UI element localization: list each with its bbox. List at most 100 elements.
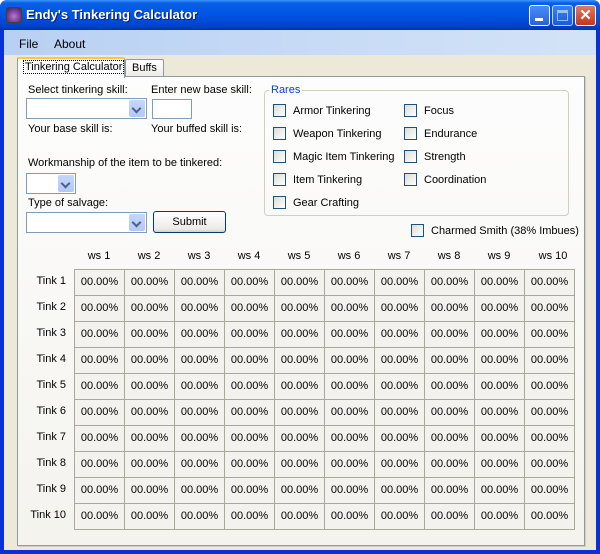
grid-cell[interactable]: 00.00% (175, 478, 225, 504)
tab-tinkering-calculator[interactable]: Tinkering Calculator (17, 57, 125, 78)
grid-cell[interactable]: 00.00% (375, 270, 425, 296)
rare-checkbox-endurance[interactable]: Endurance (404, 127, 477, 140)
chevron-down-icon[interactable] (58, 175, 74, 192)
grid-cell[interactable]: 00.00% (225, 400, 275, 426)
grid-cell[interactable]: 00.00% (525, 504, 575, 530)
rare-checkbox-strength[interactable]: Strength (404, 150, 466, 163)
grid-cell[interactable]: 00.00% (375, 374, 425, 400)
grid-cell[interactable]: 00.00% (75, 452, 125, 478)
grid-cell[interactable]: 00.00% (425, 270, 475, 296)
grid-cell[interactable]: 00.00% (175, 452, 225, 478)
grid-cell[interactable]: 00.00% (475, 504, 525, 530)
submit-button[interactable]: Submit (153, 211, 226, 233)
grid-cell[interactable]: 00.00% (325, 478, 375, 504)
grid-cell[interactable]: 00.00% (275, 452, 325, 478)
grid-cell[interactable]: 00.00% (475, 270, 525, 296)
grid-cell[interactable]: 00.00% (325, 348, 375, 374)
grid-cell[interactable]: 00.00% (175, 348, 225, 374)
grid-cell[interactable]: 00.00% (425, 426, 475, 452)
grid-cell[interactable]: 00.00% (425, 322, 475, 348)
grid-cell[interactable]: 00.00% (475, 478, 525, 504)
grid-cell[interactable]: 00.00% (125, 374, 175, 400)
grid-cell[interactable]: 00.00% (325, 270, 375, 296)
close-button[interactable]: ✕ (575, 5, 596, 26)
grid-cell[interactable]: 00.00% (475, 452, 525, 478)
grid-cell[interactable]: 00.00% (75, 296, 125, 322)
grid-cell[interactable]: 00.00% (75, 270, 125, 296)
grid-cell[interactable]: 00.00% (225, 348, 275, 374)
grid-cell[interactable]: 00.00% (375, 504, 425, 530)
grid-cell[interactable]: 00.00% (225, 322, 275, 348)
grid-cell[interactable]: 00.00% (325, 426, 375, 452)
grid-cell[interactable]: 00.00% (375, 322, 425, 348)
grid-cell[interactable]: 00.00% (125, 504, 175, 530)
grid-cell[interactable]: 00.00% (75, 478, 125, 504)
grid-cell[interactable]: 00.00% (125, 478, 175, 504)
chevron-down-icon[interactable] (129, 100, 145, 117)
grid-cell[interactable]: 00.00% (425, 400, 475, 426)
grid-cell[interactable]: 00.00% (175, 504, 225, 530)
grid-cell[interactable]: 00.00% (525, 270, 575, 296)
grid-cell[interactable]: 00.00% (525, 348, 575, 374)
grid-cell[interactable]: 00.00% (325, 374, 375, 400)
grid-cell[interactable]: 00.00% (125, 426, 175, 452)
grid-cell[interactable]: 00.00% (325, 504, 375, 530)
grid-cell[interactable]: 00.00% (425, 348, 475, 374)
rare-checkbox-weapon-tinkering[interactable]: Weapon Tinkering (273, 127, 381, 140)
rare-checkbox-item-tinkering[interactable]: Item Tinkering (273, 173, 362, 186)
grid-cell[interactable]: 00.00% (275, 348, 325, 374)
maximize-button[interactable] (552, 5, 573, 26)
grid-cell[interactable]: 00.00% (525, 478, 575, 504)
rare-checkbox-focus[interactable]: Focus (404, 104, 454, 117)
checkbox-box[interactable] (404, 104, 417, 117)
grid-cell[interactable]: 00.00% (175, 322, 225, 348)
checkbox-box[interactable] (404, 127, 417, 140)
grid-cell[interactable]: 00.00% (325, 452, 375, 478)
checkbox-box[interactable] (404, 150, 417, 163)
grid-cell[interactable]: 00.00% (475, 374, 525, 400)
rare-checkbox-coordination[interactable]: Coordination (404, 173, 486, 186)
grid-cell[interactable]: 00.00% (175, 296, 225, 322)
grid-cell[interactable]: 00.00% (125, 348, 175, 374)
menu-file[interactable]: File (19, 37, 38, 51)
grid-cell[interactable]: 00.00% (125, 296, 175, 322)
grid-cell[interactable]: 00.00% (325, 400, 375, 426)
grid-cell[interactable]: 00.00% (425, 296, 475, 322)
grid-cell[interactable]: 00.00% (225, 452, 275, 478)
grid-cell[interactable]: 00.00% (375, 296, 425, 322)
tab-buffs[interactable]: Buffs (125, 59, 164, 77)
rare-checkbox-gear-crafting[interactable]: Gear Crafting (273, 196, 359, 209)
grid-cell[interactable]: 00.00% (475, 426, 525, 452)
grid-cell[interactable]: 00.00% (75, 400, 125, 426)
grid-cell[interactable]: 00.00% (225, 504, 275, 530)
grid-cell[interactable]: 00.00% (275, 504, 325, 530)
grid-cell[interactable]: 00.00% (425, 478, 475, 504)
rare-checkbox-armor-tinkering[interactable]: Armor Tinkering (273, 104, 371, 117)
grid-cell[interactable]: 00.00% (525, 400, 575, 426)
grid-cell[interactable]: 00.00% (175, 426, 225, 452)
grid-cell[interactable]: 00.00% (175, 374, 225, 400)
grid-cell[interactable]: 00.00% (275, 270, 325, 296)
grid-cell[interactable]: 00.00% (525, 452, 575, 478)
grid-cell[interactable]: 00.00% (125, 270, 175, 296)
grid-cell[interactable]: 00.00% (275, 426, 325, 452)
salvage-select[interactable] (26, 212, 147, 233)
rare-checkbox-magic-item-tinkering[interactable]: Magic Item Tinkering (273, 150, 394, 163)
grid-cell[interactable]: 00.00% (225, 478, 275, 504)
grid-cell[interactable]: 00.00% (375, 400, 425, 426)
grid-cell[interactable]: 00.00% (125, 452, 175, 478)
grid-cell[interactable]: 00.00% (425, 504, 475, 530)
checkbox-box[interactable] (404, 173, 417, 186)
grid-cell[interactable]: 00.00% (75, 322, 125, 348)
checkbox-box[interactable] (273, 196, 286, 209)
grid-cell[interactable]: 00.00% (325, 322, 375, 348)
grid-cell[interactable]: 00.00% (475, 322, 525, 348)
grid-cell[interactable]: 00.00% (75, 426, 125, 452)
charmed-smith-checkbox[interactable]: Charmed Smith (38% Imbues) (411, 224, 579, 237)
grid-cell[interactable]: 00.00% (175, 400, 225, 426)
grid-cell[interactable]: 00.00% (375, 452, 425, 478)
grid-cell[interactable]: 00.00% (225, 270, 275, 296)
grid-cell[interactable]: 00.00% (425, 452, 475, 478)
grid-cell[interactable]: 00.00% (225, 374, 275, 400)
grid-cell[interactable]: 00.00% (275, 296, 325, 322)
